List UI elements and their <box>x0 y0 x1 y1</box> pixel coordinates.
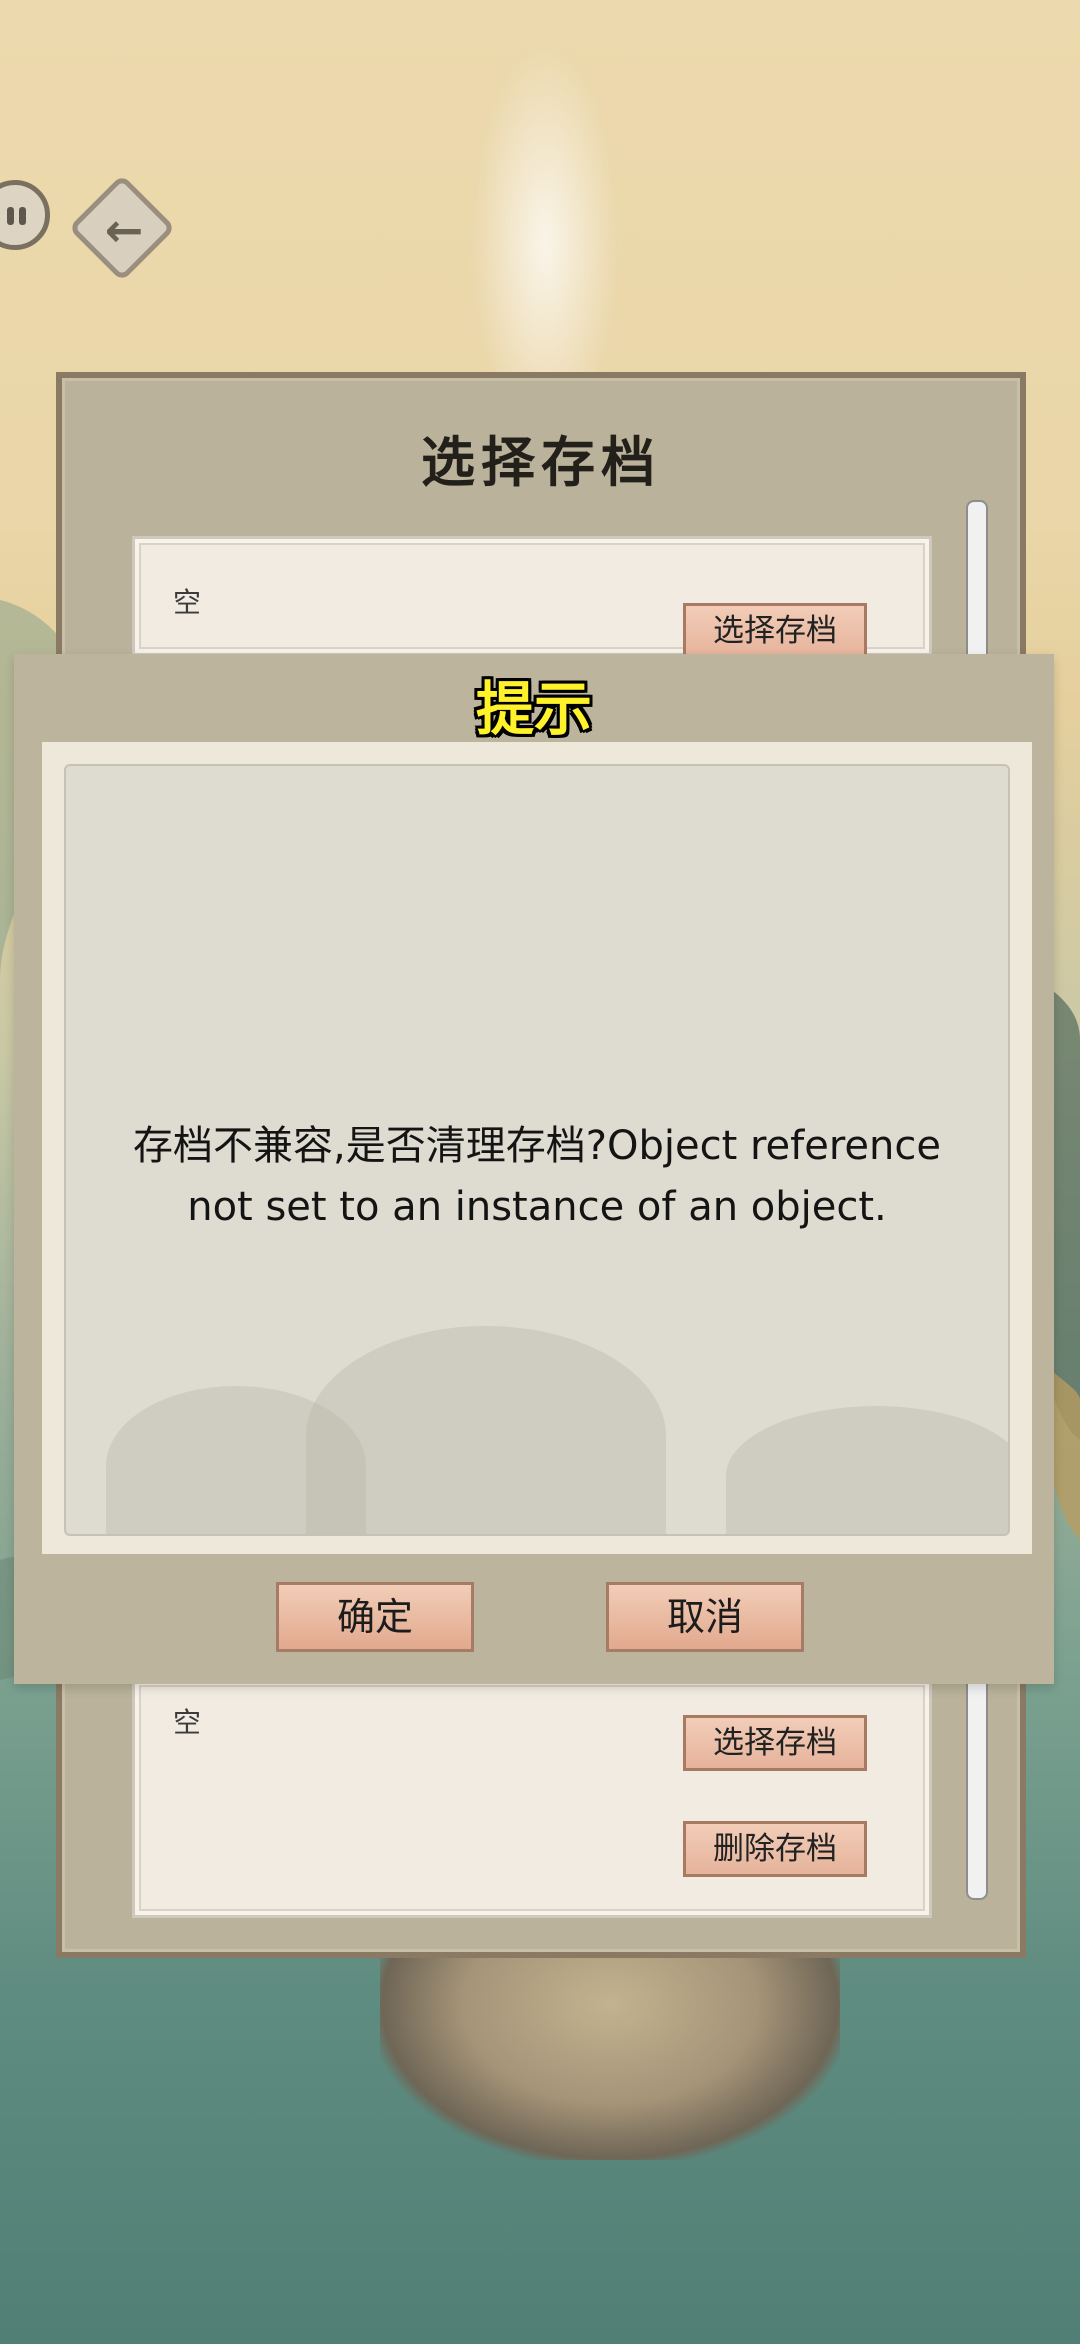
select-save-button[interactable]: 选择存档 <box>683 603 867 659</box>
message-line-1: 存档不兼容,是否清理存档?Object reference <box>133 1123 941 1169</box>
delete-save-button[interactable]: 删除存档 <box>683 1821 867 1877</box>
ink-hill-decoration <box>726 1406 1008 1534</box>
slot-label: 空 <box>173 1706 202 1739</box>
smoke-plume <box>470 40 620 380</box>
dialog-message: 存档不兼容,是否清理存档?Object reference not set to… <box>96 1116 978 1238</box>
slot-label: 空 <box>173 586 202 619</box>
save-slot-1: 空 选择存档 <box>132 536 932 659</box>
ink-hill-decoration <box>306 1326 666 1534</box>
dialog-body: 存档不兼容,是否清理存档?Object reference not set to… <box>42 742 1032 1554</box>
message-area: 存档不兼容,是否清理存档?Object reference not set to… <box>64 764 1010 1536</box>
save-slot-2: 空 选择存档 删除存档 <box>132 1678 932 1918</box>
back-arrow-icon: ← <box>104 203 144 257</box>
panel-title: 选择存档 <box>421 430 661 494</box>
confirm-button[interactable]: 确定 <box>276 1582 474 1652</box>
prompt-dialog: 提示 存档不兼容,是否清理存档?Object reference not set… <box>14 654 1054 1684</box>
message-line-2: not set to an instance of an object. <box>187 1184 887 1230</box>
select-save-button[interactable]: 选择存档 <box>683 1715 867 1771</box>
cancel-button[interactable]: 取消 <box>606 1582 804 1652</box>
dialog-title: 提示 <box>475 675 592 743</box>
